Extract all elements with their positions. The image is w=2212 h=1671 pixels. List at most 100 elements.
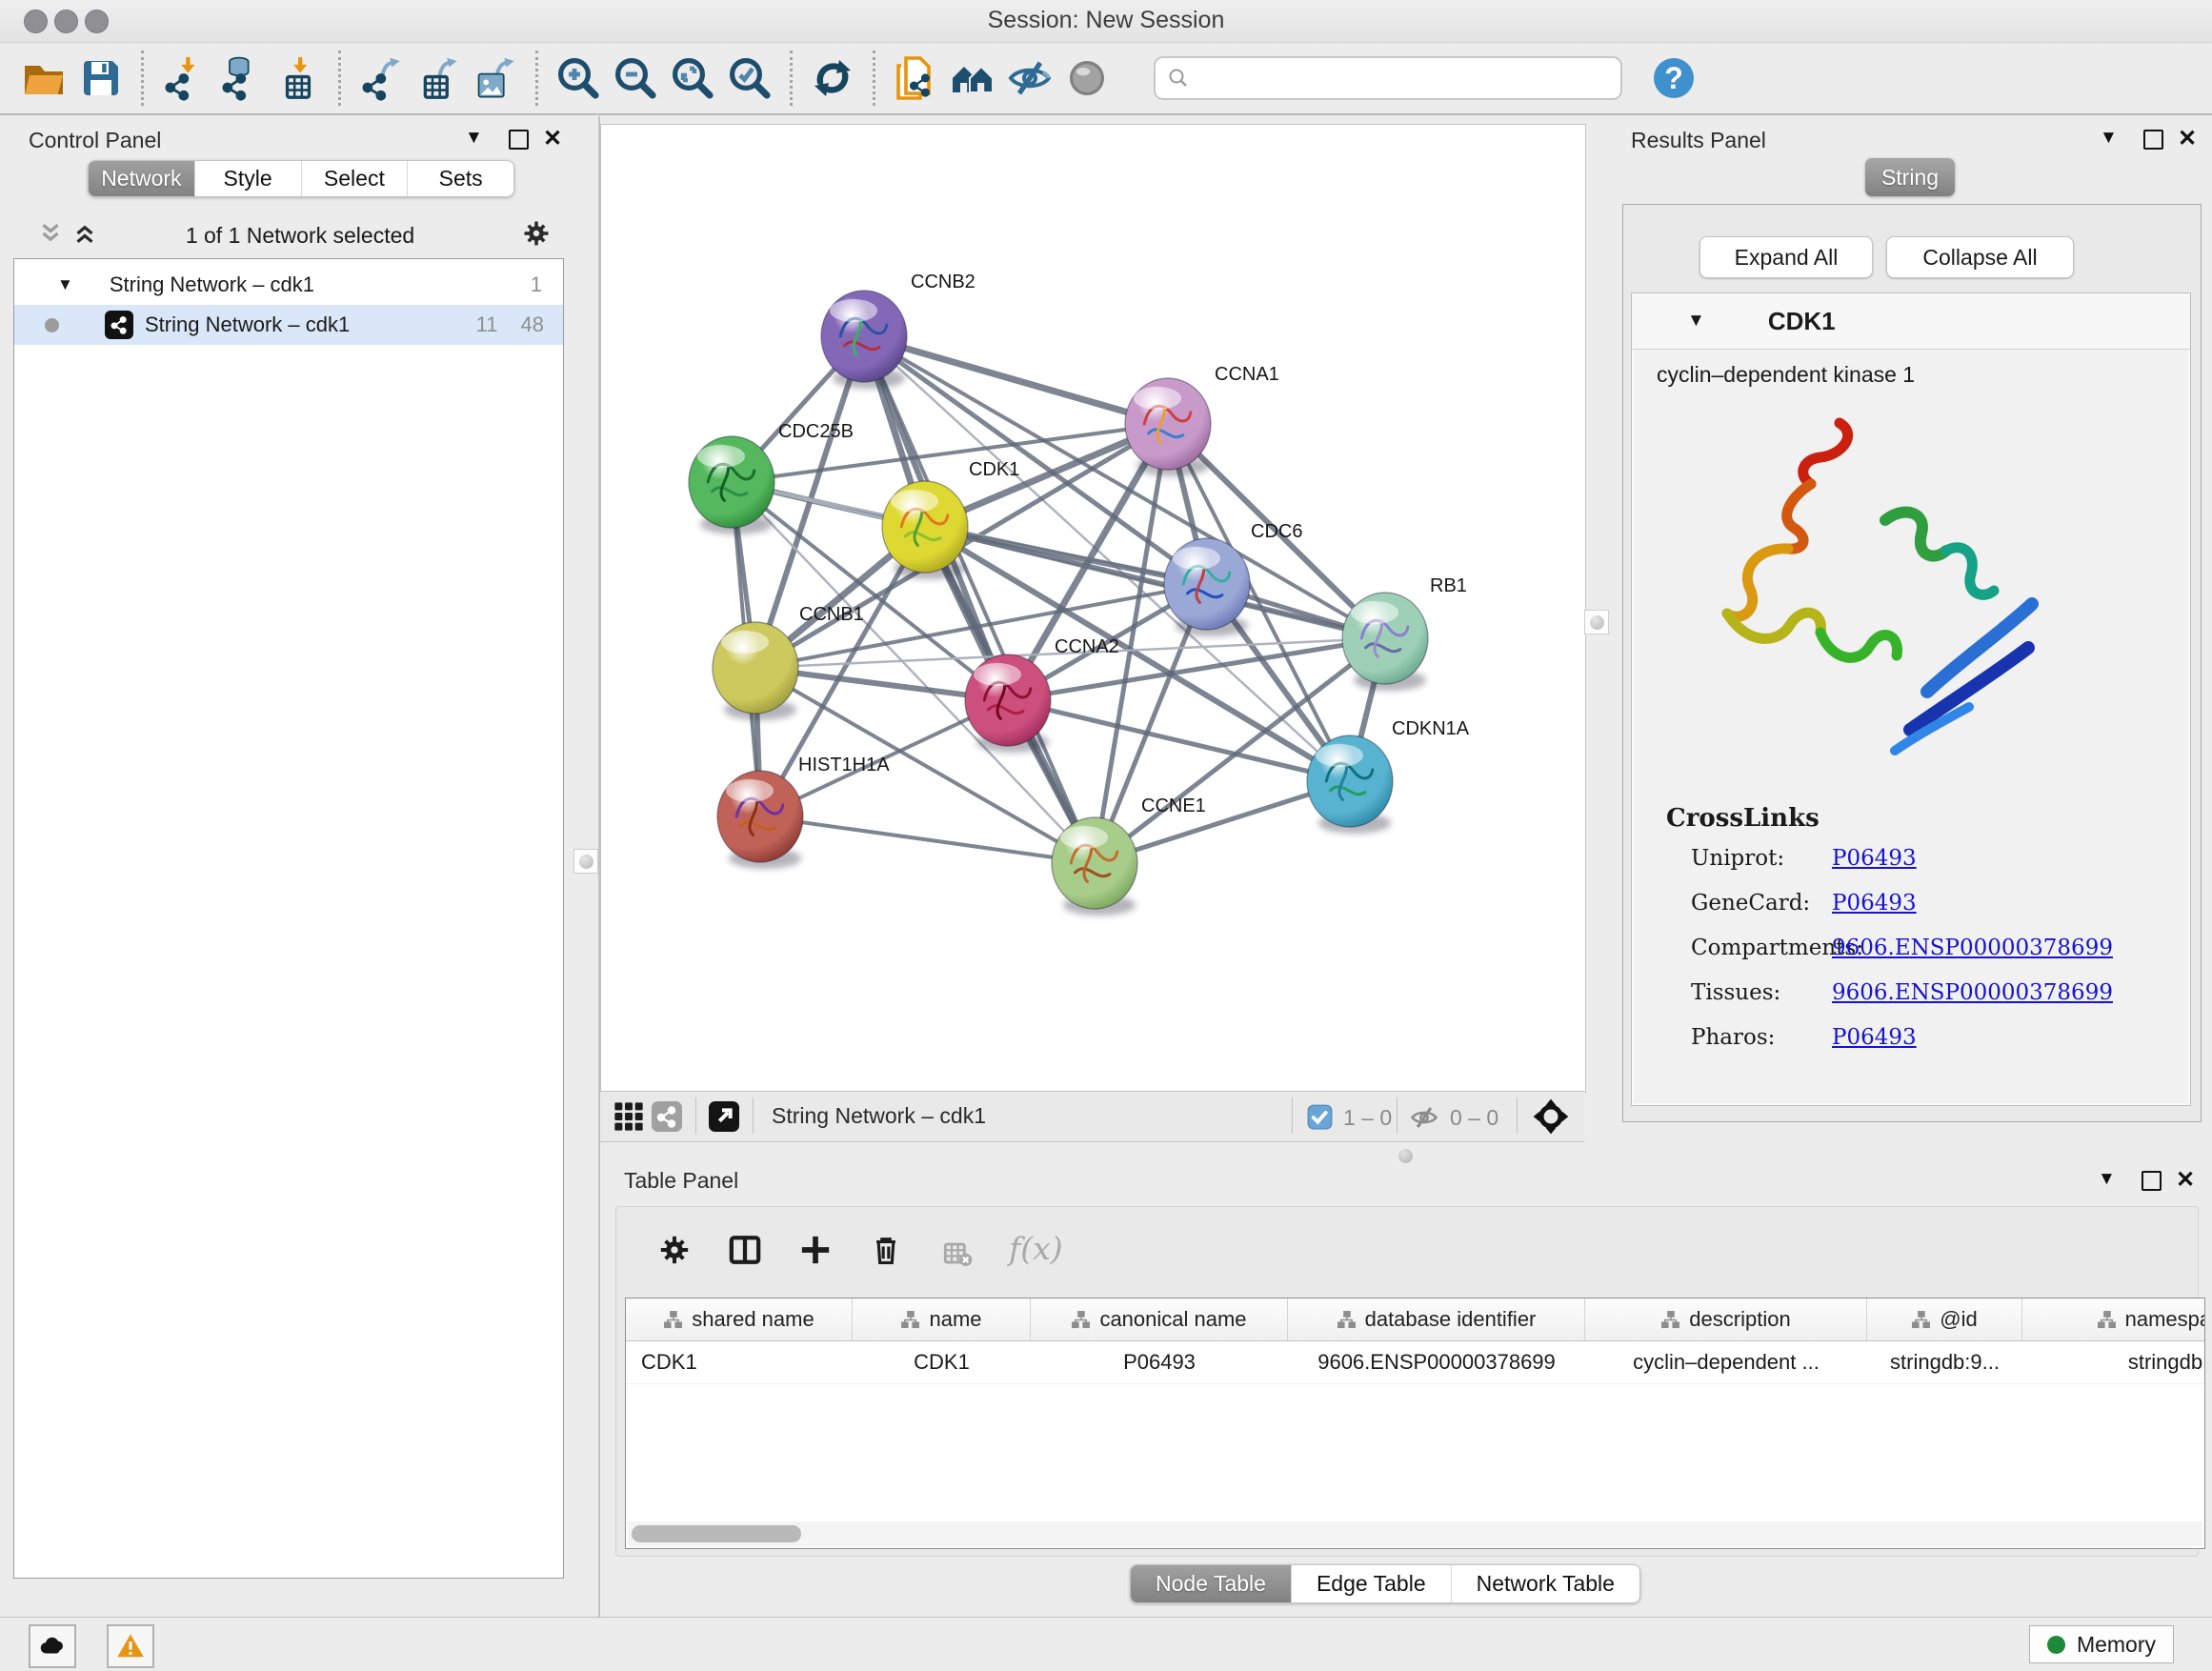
results-panel-close-icon[interactable]: ✕ (2178, 125, 2197, 152)
column-header-name[interactable]: name (853, 1299, 1031, 1340)
export-table-icon[interactable] (410, 49, 467, 108)
clone-network-icon[interactable] (887, 49, 944, 108)
table-panel-collapse-icon[interactable]: ▼ (2098, 1169, 2116, 1190)
zoom-out-icon[interactable] (607, 49, 664, 108)
add-column-plus-icon[interactable] (799, 1234, 832, 1266)
node-CCNB1[interactable] (713, 622, 798, 720)
table-cell[interactable]: stringdb:9... (1867, 1341, 2022, 1383)
show-all-houses-icon[interactable] (944, 49, 1001, 108)
crosslink-value-link[interactable]: 9606.ENSP00000378699 (1832, 936, 2113, 960)
collapse-all-button[interactable]: Collapse All (1886, 236, 2074, 278)
warnings-button[interactable] (107, 1624, 154, 1668)
node-CCNA2[interactable] (965, 654, 1051, 753)
gene-collapse-triangle-icon[interactable]: ▼ (1687, 311, 1705, 332)
tab-sets[interactable]: Sets (408, 161, 513, 196)
tab-select[interactable]: Select (302, 161, 409, 196)
left-splitter-handle[interactable] (573, 849, 598, 874)
tab-node-table[interactable]: Node Table (1131, 1565, 1292, 1602)
view-string-icon[interactable] (652, 1101, 682, 1132)
node-CCNE1[interactable] (1052, 817, 1137, 916)
node-CCNB2[interactable] (821, 291, 907, 389)
edge-CCNB2-CCNE1[interactable] (864, 336, 1095, 863)
column-header-sharedname[interactable]: shared name (626, 1299, 853, 1340)
tab-network-table[interactable]: Network Table (1452, 1565, 1639, 1602)
results-panel-collapse-icon[interactable]: ▼ (2100, 128, 2118, 149)
node-RB1[interactable] (1342, 593, 1428, 691)
table-row[interactable]: CDK1CDK1P064939606.ENSP00000378699cyclin… (626, 1341, 2204, 1384)
table-horizontal-scrollbar[interactable] (628, 1521, 2202, 1546)
export-image-icon[interactable] (467, 49, 524, 108)
import-table-file-icon[interactable] (270, 49, 327, 108)
collection-expand-triangle-icon[interactable]: ▼ (57, 275, 73, 294)
right-splitter-handle[interactable] (1584, 610, 1609, 634)
hide-selected-eye-icon[interactable] (1001, 49, 1058, 108)
selected-checkbox-icon[interactable] (1307, 1104, 1333, 1130)
crosslink-value-link[interactable]: 9606.ENSP00000378699 (1832, 980, 2113, 1005)
search-input[interactable] (1190, 65, 1609, 91)
control-panel-collapse-icon[interactable]: ▼ (465, 128, 483, 149)
scrollbar-thumb[interactable] (632, 1525, 801, 1542)
table-cell[interactable]: CDK1 (853, 1341, 1031, 1383)
zoom-selected-icon[interactable] (721, 49, 778, 108)
crosslink-value-link[interactable]: P06493 (1832, 891, 1917, 916)
import-network-file-icon[interactable] (155, 49, 212, 108)
view-grid-icon[interactable] (613, 1101, 644, 1132)
node-CDK1[interactable] (882, 481, 968, 579)
edge-CCNB2-CCNA1[interactable] (864, 336, 1168, 424)
column-header-canonicalname[interactable]: canonical name (1031, 1299, 1288, 1340)
open-session-icon[interactable] (15, 49, 72, 108)
column-header-namespace[interactable]: namespace (2022, 1299, 2205, 1340)
refresh-view-icon[interactable] (804, 49, 861, 108)
horizontal-splitter-handle[interactable] (1398, 1149, 1413, 1163)
toolbar-search-field[interactable] (1154, 56, 1622, 100)
help-icon[interactable]: ? (1645, 49, 1702, 108)
tab-network[interactable]: Network (89, 161, 195, 196)
tab-style[interactable]: Style (195, 161, 302, 196)
select-columns-icon[interactable] (729, 1234, 761, 1266)
network-canvas[interactable]: CCNB2CCNA1CDC25BCDK1CDC6RB1CCNB1CCNA2CDK… (600, 124, 1586, 1093)
graphics-detail-eye-icon[interactable] (1058, 49, 1116, 108)
table-cell[interactable]: 9606.ENSP00000378699 (1288, 1341, 1585, 1383)
import-network-database-icon[interactable] (212, 49, 270, 108)
column-header-description[interactable]: description (1585, 1299, 1867, 1340)
tab-edge-table[interactable]: Edge Table (1292, 1565, 1452, 1602)
zoom-in-icon[interactable] (550, 49, 607, 108)
table-cell[interactable]: cyclin–dependent ... (1585, 1341, 1867, 1383)
expand-all-button[interactable]: Expand All (1699, 236, 1873, 278)
network-options-gear-icon[interactable] (522, 219, 551, 248)
save-session-icon[interactable] (72, 49, 130, 108)
network-collection-row[interactable]: ▼ String Network – cdk1 1 (14, 265, 563, 305)
birds-eye-view-icon[interactable] (709, 1101, 739, 1132)
control-panel-float-icon[interactable] (509, 130, 529, 150)
zoom-fit-icon[interactable] (664, 49, 721, 108)
memory-button[interactable]: Memory (2029, 1625, 2174, 1663)
control-panel-close-icon[interactable]: ✕ (543, 125, 562, 152)
network-row-selected[interactable]: String Network – cdk1 11 48 (14, 305, 563, 345)
delete-column-trash-icon[interactable] (870, 1234, 902, 1266)
column-header-databaseidentifier[interactable]: database identifier (1288, 1299, 1585, 1340)
crosslink-value-link[interactable]: P06493 (1832, 846, 1917, 871)
node-CDC25B[interactable] (689, 436, 774, 534)
results-tab-string[interactable]: String (1865, 158, 1955, 196)
edge-HIST1H1A-CCNE1[interactable] (760, 816, 1095, 863)
crosslink-value-link[interactable]: P06493 (1832, 1025, 1917, 1050)
table-panel-close-icon[interactable]: ✕ (2176, 1166, 2195, 1194)
table-cell[interactable]: stringdb (2022, 1341, 2205, 1383)
node-CDKN1A[interactable] (1307, 735, 1393, 834)
collapse-all-networks-icon[interactable] (36, 219, 65, 248)
center-view-crosshair-icon[interactable] (1532, 1097, 1570, 1136)
table-cell[interactable]: P06493 (1031, 1341, 1288, 1383)
expand-all-networks-icon[interactable] (70, 219, 99, 248)
hidden-eye-slash-icon[interactable] (1410, 1103, 1438, 1132)
gene-entry-header[interactable]: ▼ CDK1 (1632, 293, 2190, 350)
cloud-button[interactable] (29, 1624, 76, 1668)
export-network-icon[interactable] (352, 49, 410, 108)
results-panel-float-icon[interactable] (2143, 130, 2163, 150)
edge-CDK1-RB1[interactable] (925, 527, 1385, 638)
table-settings-gear-icon[interactable] (658, 1234, 691, 1266)
column-header-id[interactable]: @id (1867, 1299, 2022, 1340)
table-panel-float-icon[interactable] (2142, 1171, 2162, 1191)
node-HIST1H1A[interactable] (717, 771, 803, 869)
table-cell[interactable]: CDK1 (626, 1341, 853, 1383)
node-CCNA1[interactable] (1125, 378, 1211, 476)
